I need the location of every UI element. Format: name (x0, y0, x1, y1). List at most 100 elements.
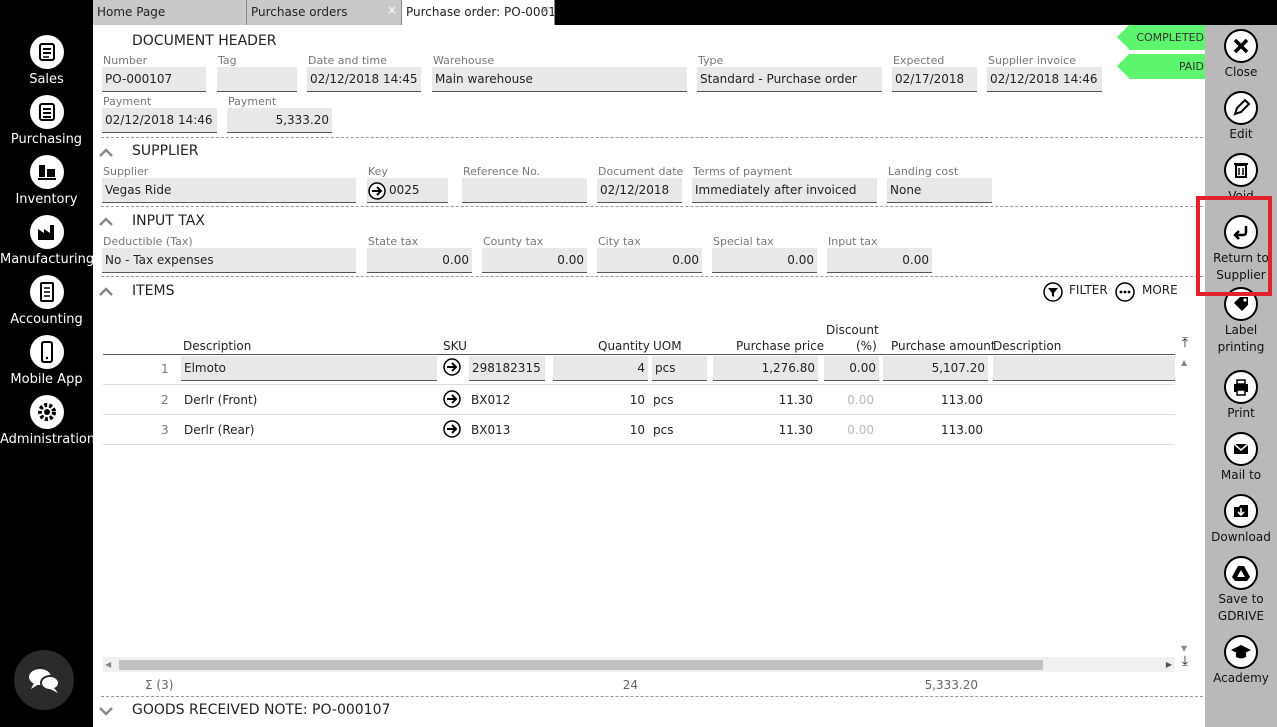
sidebar-item-inventory[interactable]: Inventory (0, 155, 93, 207)
row-price[interactable]: 11.30 (713, 423, 813, 437)
horizontal-scroll-thumb[interactable] (119, 660, 1043, 670)
row-quantity[interactable]: 4 (553, 356, 648, 381)
sidebar-item-administration[interactable]: Administration (0, 395, 95, 447)
tab-home-page[interactable]: Home Page (93, 0, 247, 25)
special-tax-field[interactable]: 0.00 (712, 248, 817, 273)
landing-cost-field[interactable]: None (887, 178, 992, 203)
scroll-right-arrow-icon[interactable]: ▶ (1166, 660, 1172, 669)
horizontal-scrollbar[interactable]: ◀ ▶ (103, 657, 1175, 672)
column-header-uom[interactable]: UOM (653, 339, 682, 353)
warehouse-field[interactable]: Main warehouse (432, 67, 687, 92)
datetime-field[interactable]: 02/12/2018 14:45 (307, 67, 421, 92)
row-description[interactable]: Elmoto (181, 356, 437, 381)
row-uom[interactable]: pcs (653, 423, 673, 437)
expand-goods-received-icon[interactable] (98, 703, 114, 719)
section-divider (101, 696, 1203, 697)
city-tax-field[interactable]: 0.00 (597, 248, 702, 273)
sidebar-item-manufacturing[interactable]: Manufacturing (0, 215, 95, 267)
document-date-field[interactable]: 02/12/2018 (597, 178, 682, 203)
row-price[interactable]: 1,276.80 (713, 356, 818, 381)
row-amount[interactable]: 113.00 (883, 423, 983, 437)
collapse-items-icon[interactable] (98, 284, 114, 300)
supplier-field[interactable]: Vegas Ride (102, 178, 356, 203)
gdrive-icon (1224, 556, 1258, 590)
row-uom[interactable]: pcs (653, 393, 673, 407)
county-tax-field[interactable]: 0.00 (482, 248, 587, 273)
close-tab-icon[interactable]: × (387, 0, 397, 23)
action-bar: Close Edit Void Return to Supplier Label… (1205, 25, 1277, 727)
payment-date-field[interactable]: 02/12/2018 14:46 (102, 108, 217, 133)
tab-purchase-order[interactable]: Purchase order: PO-000107 × (402, 0, 555, 25)
label-printing-button[interactable]: Label printing (1205, 287, 1277, 356)
tab-label: Purchase order: PO-000107 (406, 5, 555, 19)
sidebar-item-label: Manufacturing (0, 252, 95, 267)
column-header-description-2[interactable]: Description (993, 339, 1061, 353)
tab-purchase-orders[interactable]: Purchase orders × (247, 0, 402, 25)
terms-field[interactable]: Immediately after invoiced (692, 178, 877, 203)
sidebar-item-purchasing[interactable]: Purchasing (0, 95, 93, 147)
print-button[interactable]: Print (1205, 370, 1277, 422)
mail-to-button[interactable]: Mail to (1205, 432, 1277, 484)
row-discount[interactable]: 0.00 (824, 393, 874, 407)
type-label: Type (698, 54, 724, 67)
row-uom[interactable]: pcs (652, 356, 707, 381)
row-sku[interactable]: BX012 (471, 393, 510, 407)
row-sku[interactable]: BX013 (471, 423, 510, 437)
row-number: 3 (161, 423, 169, 437)
supplier-invoice-field[interactable]: 02/12/2018 14:46 (987, 67, 1102, 92)
row-amount[interactable]: 5,107.20 (883, 356, 988, 381)
open-item-arrow-icon[interactable] (443, 420, 461, 438)
scroll-top-icon[interactable]: ⤒ (1176, 335, 1194, 357)
deductible-field[interactable]: No - Tax expenses (102, 248, 356, 273)
scroll-down-arrow-icon[interactable]: ▼ (1181, 644, 1187, 653)
scroll-up-arrow-icon[interactable]: ▲ (1181, 358, 1187, 367)
column-header-quantity[interactable]: Quantity (598, 339, 650, 353)
collapse-input-tax-icon[interactable] (98, 214, 114, 230)
state-tax-label: State tax (368, 235, 419, 248)
print-label: Print (1227, 406, 1255, 420)
vertical-scrollbar[interactable]: ▲ ▼ (1178, 358, 1192, 653)
row-sku[interactable]: 298182315 (469, 356, 545, 381)
row-description[interactable]: Derlr (Front) (184, 393, 257, 407)
row-description[interactable]: Derlr (Rear) (184, 423, 254, 437)
academy-button[interactable]: Academy (1205, 635, 1277, 687)
scroll-left-arrow-icon[interactable]: ◀ (105, 660, 111, 669)
row-discount[interactable]: 0.00 (824, 356, 879, 381)
tag-field[interactable] (217, 67, 297, 92)
row-quantity[interactable]: 10 (573, 423, 645, 437)
row-description-2[interactable] (993, 356, 1175, 381)
column-header-purchase-amount[interactable]: Purchase amount (891, 339, 996, 353)
save-to-gdrive-button[interactable]: Save to GDRIVE (1205, 556, 1277, 625)
number-field[interactable]: PO-000107 (102, 67, 206, 92)
edit-button[interactable]: Edit (1205, 91, 1277, 143)
input-tax-field[interactable]: 0.00 (827, 248, 932, 273)
column-header-description[interactable]: Description (183, 339, 251, 353)
more-button[interactable]: MORE (1115, 281, 1185, 303)
collapse-supplier-icon[interactable] (98, 145, 114, 161)
column-header-sku[interactable]: SKU (443, 339, 467, 353)
sidebar-item-sales[interactable]: Sales (0, 35, 93, 87)
sidebar-item-mobile-app[interactable]: Mobile App (0, 335, 93, 387)
row-amount[interactable]: 113.00 (883, 393, 983, 407)
filter-button[interactable]: FILTER (1043, 281, 1118, 303)
download-button[interactable]: Download (1205, 494, 1277, 546)
type-field[interactable]: Standard - Purchase order (697, 67, 882, 92)
open-item-arrow-icon[interactable] (443, 390, 461, 408)
open-item-arrow-icon[interactable] (443, 358, 461, 376)
column-header-purchase-price[interactable]: Purchase price (736, 339, 824, 353)
close-tab-icon[interactable]: × (540, 0, 550, 23)
row-discount[interactable]: 0.00 (824, 423, 874, 437)
ledger-icon (29, 275, 64, 309)
state-tax-field[interactable]: 0.00 (367, 248, 472, 273)
scroll-bottom-icon[interactable]: ⤓ (1176, 653, 1194, 675)
reference-field[interactable] (462, 178, 587, 203)
expected-field[interactable]: 02/17/2018 (892, 67, 977, 92)
close-button[interactable]: Close (1205, 29, 1277, 81)
row-price[interactable]: 11.30 (713, 393, 813, 407)
column-header-discount[interactable]: Discount (826, 323, 879, 337)
open-supplier-arrow-icon[interactable] (368, 182, 386, 200)
payment-amount-field[interactable]: 5,333.20 (227, 108, 332, 133)
sidebar-item-accounting[interactable]: Accounting (0, 275, 93, 327)
chat-button[interactable] (14, 650, 74, 710)
row-quantity[interactable]: 10 (573, 393, 645, 407)
